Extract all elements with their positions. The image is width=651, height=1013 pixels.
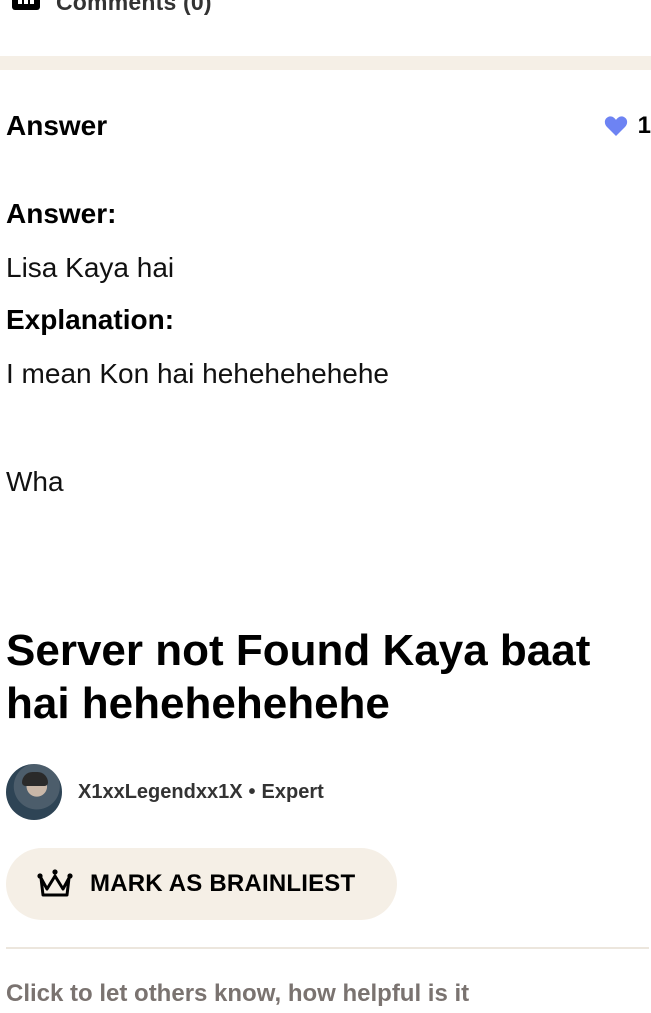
answer-page: Comments (0) Answer 1 Answer: Lisa Kaya … (0, 0, 651, 1013)
comment-icon (0, 0, 40, 18)
mark-brainliest-button[interactable]: MARK AS BRAINLIEST (6, 848, 397, 920)
answer-label: Answer: (6, 198, 117, 229)
extra-text: Wha (6, 466, 64, 497)
brainliest-label: MARK AS BRAINLIEST (90, 870, 356, 897)
heart-icon (604, 116, 627, 136)
footer-divider (6, 947, 649, 949)
helpful-prompt: Click to let others know, how helpful is… (6, 980, 470, 1007)
answer-text: Lisa Kaya hai (6, 252, 175, 283)
crown-icon (37, 869, 73, 897)
author-separator: • (248, 780, 256, 803)
explanation-text: I mean Kon hai hehehehehehe (6, 358, 389, 389)
answer-header: Answer 1 (6, 108, 651, 144)
author-name[interactable]: X1xxLegendxx1X (78, 781, 243, 804)
comments-label: Comments (0) (56, 0, 212, 15)
like-count: 1 (637, 112, 651, 139)
author-info: X1xxLegendxx1X • Expert (6, 764, 324, 820)
avatar[interactable] (6, 764, 62, 820)
answer-big-title: Server not Found Kaya baat hai heheheheh… (6, 626, 591, 728)
comments-link[interactable]: Comments (0) (0, 0, 212, 18)
explanation-label: Explanation: (6, 304, 175, 335)
like-button[interactable]: 1 (604, 112, 651, 140)
section-divider (0, 56, 651, 70)
author-rank: Expert (261, 780, 324, 803)
answer-heading: Answer (6, 110, 108, 141)
